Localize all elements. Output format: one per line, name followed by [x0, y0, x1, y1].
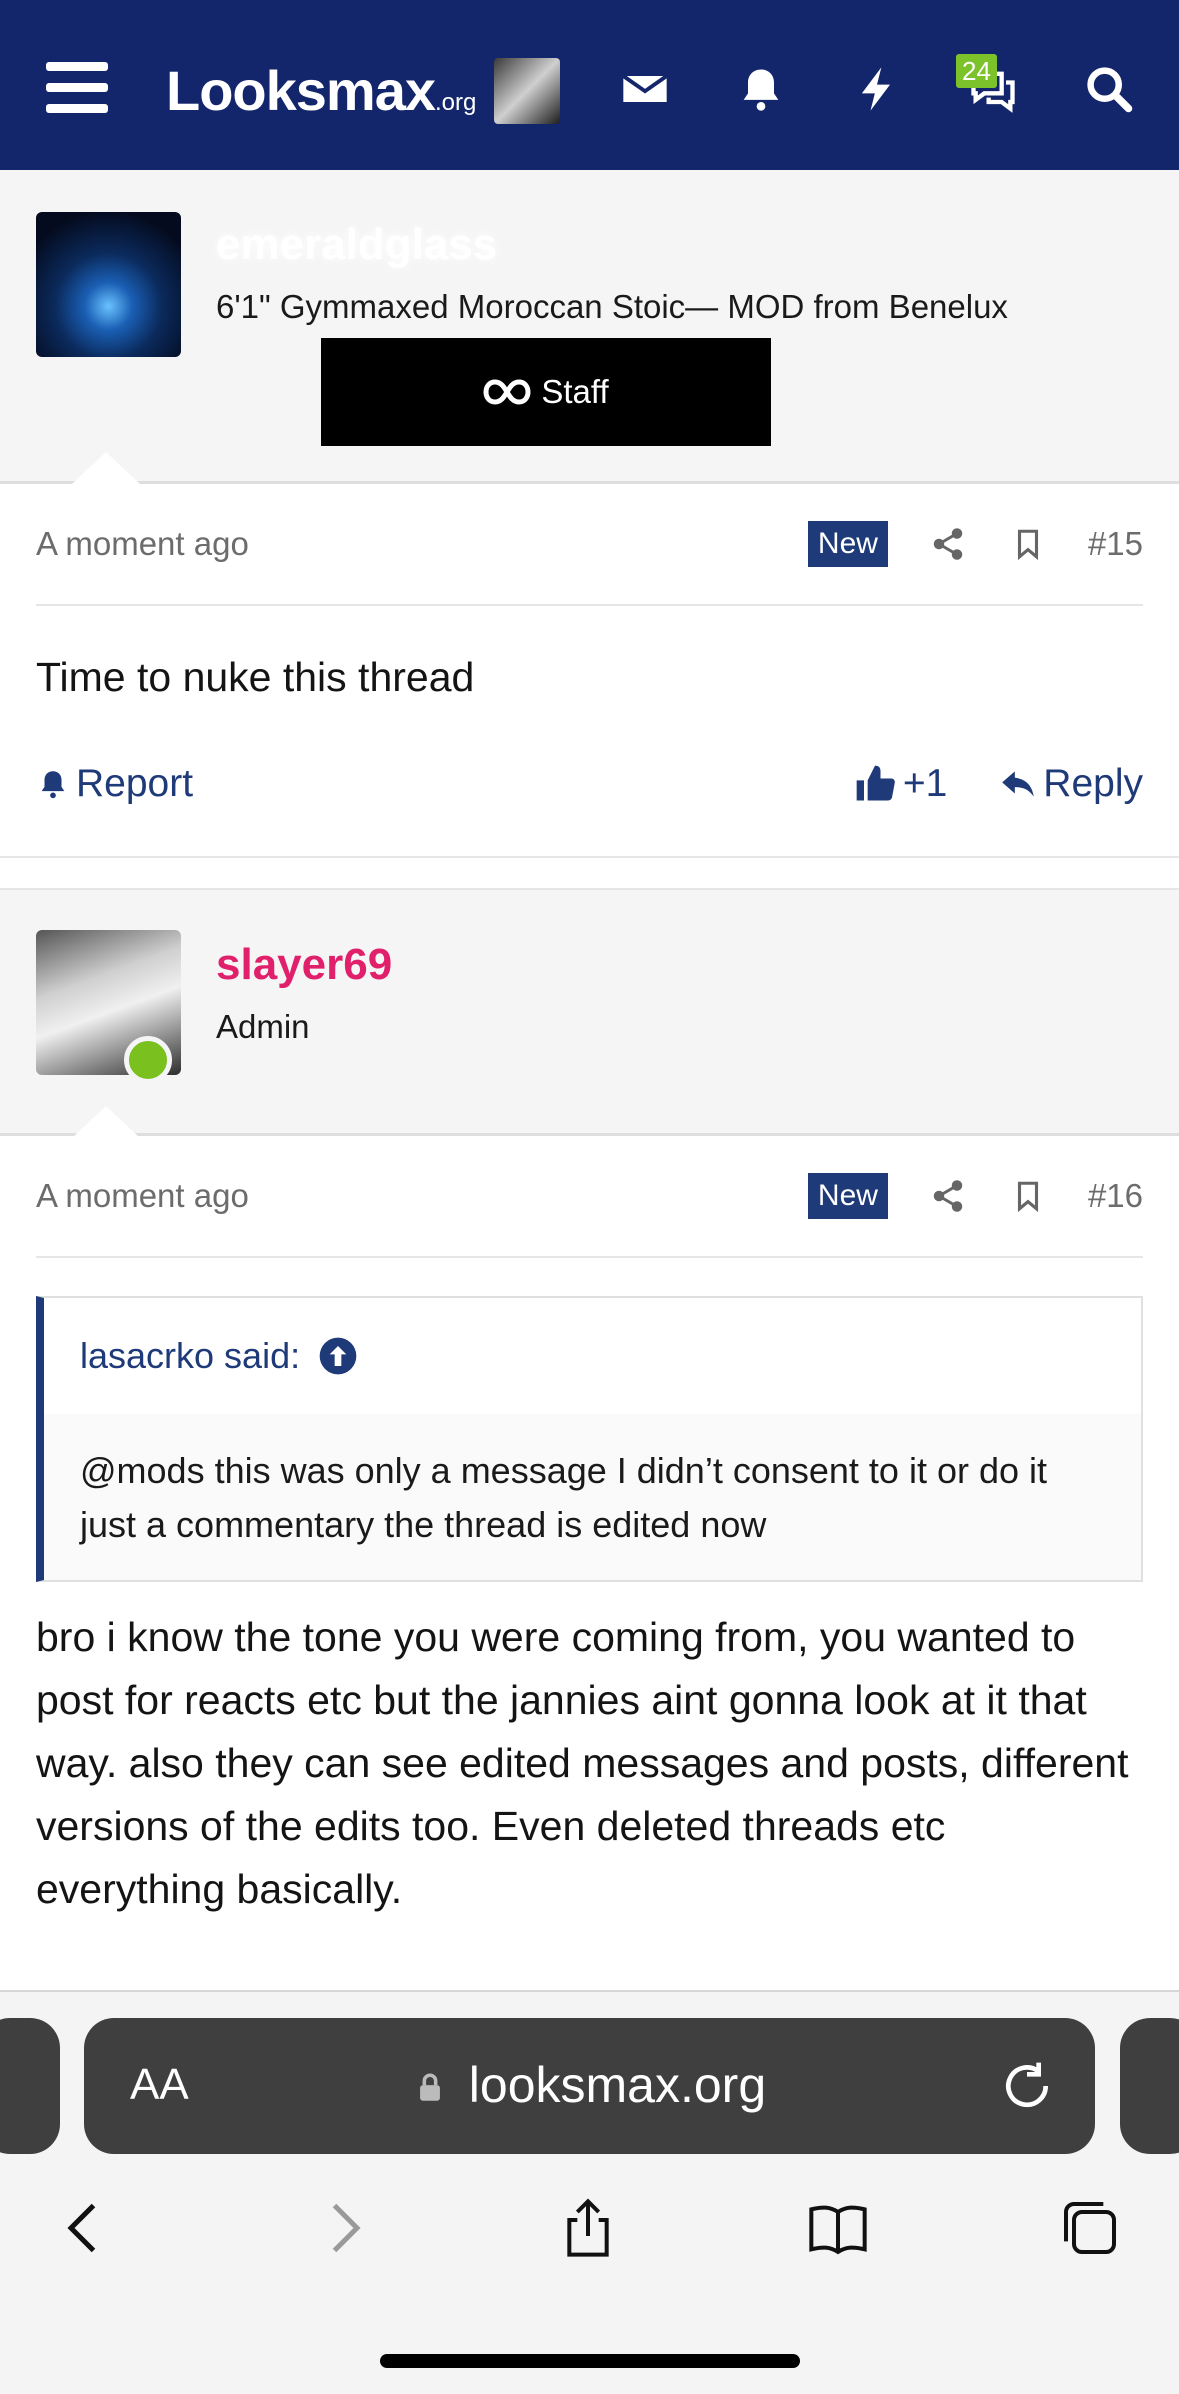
report-button[interactable]: Report [36, 762, 193, 806]
back-icon[interactable] [46, 2188, 126, 2268]
username[interactable]: slayer69 [216, 940, 392, 990]
post-time[interactable]: A moment ago [36, 1177, 249, 1215]
site-logo[interactable]: Looksmax.org [166, 58, 476, 123]
tabs-icon[interactable] [1050, 2188, 1130, 2268]
new-badge: New [807, 521, 888, 567]
reply-icon [1002, 771, 1035, 797]
search-icon[interactable] [1080, 60, 1138, 118]
quote-up-icon[interactable] [318, 1336, 358, 1376]
share-icon[interactable] [928, 524, 968, 564]
quote-text: @mods this was only a message I didn’t c… [80, 1450, 1048, 1545]
reply-button[interactable]: Reply [999, 762, 1143, 806]
reply-label: Reply [1043, 762, 1143, 805]
quote-author[interactable]: lasacrko said: [80, 1335, 300, 1377]
mail-icon[interactable] [616, 60, 674, 118]
url-text: looksmax.org [468, 2057, 767, 2113]
lock-icon [419, 2073, 440, 2101]
share-sheet-icon[interactable] [548, 2188, 628, 2268]
page: Looksmax.org 24 emeraldglass 6'1" Gymmax… [0, 0, 1179, 2394]
browser-chrome: AA looksmax.org [0, 1990, 1179, 2394]
forward-icon[interactable] [302, 2188, 382, 2268]
quote-block: lasacrko said: @mods this was only a mes… [36, 1296, 1143, 1582]
divider [36, 1256, 1143, 1258]
staff-banner-label: Staff [541, 373, 609, 410]
url-display[interactable]: looksmax.org [84, 2056, 1095, 2114]
conversations-count-badge: 24 [956, 54, 997, 88]
menu-icon[interactable] [46, 62, 108, 114]
bookmark-icon[interactable] [1008, 1176, 1048, 1216]
quote-header[interactable]: lasacrko said: [44, 1298, 1141, 1414]
user-title: 6'1" Gymmaxed Moroccan Stoic— MOD from B… [216, 288, 1008, 325]
post-body: Time to nuke this thread [36, 654, 475, 700]
post-body: bro i know the tone you were coming from… [36, 1614, 1129, 1912]
arrow-notch [72, 1106, 140, 1138]
previous-tab[interactable] [0, 2018, 60, 2154]
report-label: Report [76, 762, 194, 805]
post-user-block: slayer69 Admin [0, 888, 1179, 1138]
bookmark-icon[interactable] [1008, 524, 1048, 564]
post-number[interactable]: #16 [1088, 1177, 1143, 1215]
thumbs-up-icon [856, 765, 895, 801]
bell-report-icon [41, 771, 65, 799]
post-number[interactable]: #15 [1088, 525, 1143, 563]
post-separator [0, 856, 1179, 888]
bolt-icon[interactable] [848, 60, 906, 118]
staff-banner: Staff [321, 338, 771, 446]
divider [36, 604, 1143, 606]
bookmarks-icon[interactable] [798, 2188, 878, 2268]
bell-icon[interactable] [732, 60, 790, 118]
next-tab[interactable] [1120, 2018, 1179, 2154]
username[interactable]: emeraldglass [216, 220, 497, 270]
account-avatar[interactable] [494, 58, 560, 124]
top-nav: Looksmax.org 24 [0, 0, 1179, 170]
reaction-count: +1 [902, 762, 948, 805]
user-avatar[interactable] [36, 212, 181, 357]
arrow-notch [72, 452, 140, 484]
infinity-icon [483, 379, 531, 405]
post-meta: A moment ago New #16 [36, 1166, 1143, 1226]
post-meta: A moment ago New #15 [36, 514, 1143, 574]
post-actions: Report +1 Reply [36, 754, 1143, 814]
new-badge: New [807, 1173, 888, 1219]
reload-icon[interactable] [999, 2058, 1055, 2114]
post-time[interactable]: A moment ago [36, 525, 249, 563]
share-icon[interactable] [928, 1176, 968, 1216]
online-indicator [124, 1036, 172, 1084]
address-bar[interactable]: AA looksmax.org [84, 2018, 1095, 2154]
home-indicator [380, 2354, 800, 2368]
user-title: Admin [216, 1008, 310, 1045]
like-button[interactable]: +1 [853, 762, 947, 806]
